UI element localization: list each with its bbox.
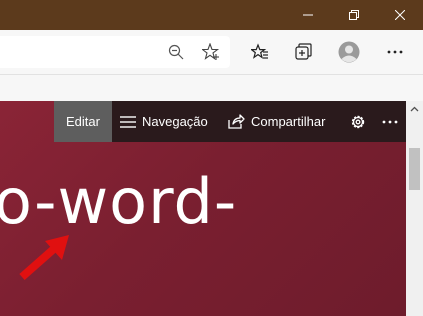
site-more-button[interactable]: [379, 101, 401, 142]
favorites-button[interactable]: [246, 38, 274, 66]
add-favorite-button[interactable]: [197, 38, 225, 66]
restore-button[interactable]: [331, 0, 377, 30]
red-arrow-icon: [19, 235, 69, 280]
zoom-out-icon: [168, 44, 184, 60]
share-button[interactable]: Compartilhar: [228, 101, 325, 142]
settings-button[interactable]: [347, 101, 369, 142]
avatar-icon: [338, 41, 360, 63]
collections-button[interactable]: [290, 38, 318, 66]
window-titlebar: [0, 0, 423, 30]
close-icon: [395, 10, 405, 20]
star-add-icon: [202, 43, 220, 60]
zoom-out-button[interactable]: [162, 38, 190, 66]
page-headline: o-word-: [0, 165, 238, 238]
more-options-button[interactable]: [381, 38, 409, 66]
minimize-button[interactable]: [285, 0, 331, 30]
favorites-icon: [251, 43, 268, 59]
scroll-up-button[interactable]: [406, 101, 423, 118]
minimize-icon: [303, 14, 313, 16]
page-content: Editar Navegação Compartilhar o-word-: [0, 101, 406, 316]
edit-label: Editar: [66, 114, 100, 129]
navigation-label: Navegação: [142, 114, 208, 129]
browser-toolbar: [0, 30, 423, 74]
restore-icon: [349, 10, 359, 20]
chevron-up-icon: [410, 106, 419, 112]
collections-icon: [295, 43, 312, 60]
hamburger-icon: [120, 115, 136, 128]
more-icon: [387, 50, 403, 54]
profile-button[interactable]: [335, 38, 363, 66]
more-icon: [382, 120, 398, 123]
address-bar[interactable]: [0, 36, 230, 68]
edit-button[interactable]: Editar: [54, 101, 112, 142]
vertical-scrollbar[interactable]: [406, 101, 423, 316]
scrollbar-thumb[interactable]: [409, 148, 420, 190]
close-button[interactable]: [377, 0, 423, 30]
site-action-bar: Editar Navegação Compartilhar: [54, 101, 406, 142]
gear-icon: [351, 115, 365, 128]
navigation-button[interactable]: Navegação: [120, 101, 208, 142]
toolbar-strip: [0, 75, 423, 101]
share-label: Compartilhar: [251, 114, 326, 129]
share-icon: [228, 114, 245, 129]
